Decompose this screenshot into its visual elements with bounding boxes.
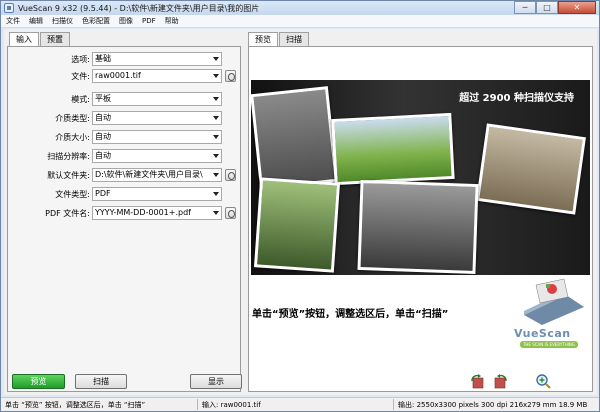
- preview-panel[interactable]: 超过 2900 种扫描仪支持 单击“预览”按钮，调整选区后，单击“扫描” Vue…: [248, 46, 593, 392]
- chevron-down-icon: [213, 154, 219, 158]
- mode-row: 模式: 平板: [8, 92, 240, 108]
- chevron-down-icon: [213, 211, 219, 215]
- default-folder-select[interactable]: D:\软件\新建文件夹\用户目录\: [92, 168, 222, 182]
- file-type-label: 文件类型:: [55, 190, 90, 199]
- pdf-filename-value: YYYY-MM-DD-0001+.pdf: [95, 208, 191, 217]
- default-folder-value: D:\软件\新建文件夹\用户目录\: [95, 170, 203, 179]
- media-type-select[interactable]: 自动: [92, 111, 222, 125]
- status-input: 输入: raw0001.tif: [202, 401, 261, 409]
- mode-label: 模式:: [71, 95, 90, 104]
- menu-file[interactable]: 文件: [6, 16, 20, 26]
- mode-select[interactable]: 平板: [92, 92, 222, 106]
- scanner-logo-icon: [524, 278, 584, 325]
- kids-bw-photo: [357, 179, 479, 275]
- media-type-label: 介质类型:: [55, 114, 90, 123]
- menu-pdf[interactable]: PDF: [142, 17, 156, 25]
- rotate-left-icon[interactable]: [469, 373, 486, 390]
- media-size-value: 自动: [95, 132, 111, 141]
- menu-color-profile[interactable]: 色彩配置: [82, 16, 110, 26]
- file-type-value: PDF: [95, 189, 111, 198]
- chevron-down-icon: [213, 135, 219, 139]
- tab-scan[interactable]: 扫描: [279, 32, 309, 46]
- chevron-down-icon: [213, 116, 219, 120]
- status-divider: [393, 399, 394, 410]
- menu-bar: 文件 编辑 扫描仪 色彩配置 图像 PDF 帮助: [1, 15, 599, 28]
- file-select[interactable]: raw0001.tif: [92, 69, 222, 83]
- options-label: 选项:: [71, 55, 90, 64]
- scan-resolution-label: 扫描分辨率:: [47, 152, 90, 161]
- scan-resolution-value: 自动: [95, 151, 111, 160]
- pdf-filename-label: PDF 文件名:: [45, 209, 90, 218]
- default-folder-row: 默认文件夹: D:\软件\新建文件夹\用户目录\: [8, 168, 240, 184]
- scan-resolution-select[interactable]: 自动: [92, 149, 222, 163]
- media-type-value: 自动: [95, 113, 111, 122]
- logo-text: VueScan: [514, 327, 571, 340]
- chevron-down-icon: [213, 97, 219, 101]
- view-tabs: 预览 扫描: [248, 32, 310, 47]
- settings-panel: 选项: 基础 文件: raw0001.tif 模式: 平板 介质类型: 自动 介…: [7, 46, 241, 392]
- children-photo: [331, 112, 455, 186]
- tab-preset[interactable]: 预置: [40, 32, 70, 46]
- file-type-select[interactable]: PDF: [92, 187, 222, 201]
- status-output: 输出: 2550x3300 pixels 300 dpi 216x279 mm …: [398, 401, 588, 409]
- dog-photo: [253, 177, 341, 273]
- default-folder-label: 默认文件夹:: [47, 171, 90, 180]
- chevron-down-icon: [213, 173, 219, 177]
- file-row: 文件: raw0001.tif: [8, 69, 240, 85]
- media-type-row: 介质类型: 自动: [8, 111, 240, 127]
- file-value: raw0001.tif: [95, 71, 141, 80]
- chevron-down-icon: [213, 57, 219, 61]
- show-button[interactable]: 显示: [190, 374, 242, 389]
- file-type-row: 文件类型: PDF: [8, 187, 240, 203]
- settings-tabs: 输入 预置: [9, 32, 71, 47]
- mode-value: 平板: [95, 94, 111, 103]
- chevron-down-icon: [213, 192, 219, 196]
- menu-image[interactable]: 图像: [119, 16, 133, 26]
- banner-headline: 超过 2900 种扫描仪支持: [459, 93, 574, 104]
- vintage-photo: [251, 86, 338, 190]
- preview-button[interactable]: 预览: [12, 374, 65, 389]
- zoom-in-icon[interactable]: [535, 373, 552, 390]
- menu-edit[interactable]: 编辑: [29, 16, 43, 26]
- pdf-filename-select[interactable]: YYYY-MM-DD-0001+.pdf: [92, 206, 222, 220]
- menu-help[interactable]: 帮助: [165, 16, 179, 26]
- title-bar[interactable]: VueScan 9 x32 (9.5.44) - D:\软件\新建文件夹\用户目…: [1, 1, 599, 15]
- window-title: VueScan 9 x32 (9.5.44) - D:\软件\新建文件夹\用户目…: [18, 4, 260, 13]
- rotate-right-icon[interactable]: [492, 373, 509, 390]
- status-hint: 单击 “预览” 按钮，调整选区后，单击 “扫描”: [5, 401, 146, 409]
- pdf-filename-row: PDF 文件名: YYYY-MM-DD-0001+.pdf: [8, 206, 240, 222]
- tab-input[interactable]: 输入: [9, 32, 39, 47]
- scan-resolution-row: 扫描分辨率: 自动: [8, 149, 240, 165]
- file-label: 文件:: [71, 72, 90, 81]
- window-controls: ─ □ ✕: [514, 1, 596, 14]
- logo-tagline: THE SCAN IS EVERYTHING: [520, 341, 578, 348]
- media-size-select[interactable]: 自动: [92, 130, 222, 144]
- client-area: 输入 预置 选项: 基础 文件: raw0001.tif 模式: 平板 介质类型…: [4, 29, 597, 395]
- options-row: 选项: 基础: [8, 52, 240, 68]
- close-button[interactable]: ✕: [558, 1, 596, 14]
- maximize-button[interactable]: □: [536, 1, 558, 14]
- app-window: VueScan 9 x32 (9.5.44) - D:\软件\新建文件夹\用户目…: [0, 0, 600, 412]
- vuescan-app-icon: [4, 3, 14, 13]
- status-bar: 单击 “预览” 按钮，调整选区后，单击 “扫描” 输入: raw0001.tif…: [1, 397, 599, 411]
- status-divider: [197, 399, 198, 410]
- minimize-button[interactable]: ─: [514, 1, 536, 14]
- file-browse-button[interactable]: [225, 70, 236, 82]
- chevron-down-icon: [213, 74, 219, 78]
- eiffel-photo: [476, 123, 586, 215]
- scan-button[interactable]: 扫描: [75, 374, 127, 389]
- options-select[interactable]: 基础: [92, 52, 222, 66]
- folder-browse-button[interactable]: [225, 169, 236, 181]
- media-size-row: 介质大小: 自动: [8, 130, 240, 146]
- menu-scanner[interactable]: 扫描仪: [52, 16, 73, 26]
- vuescan-logo: VueScan THE SCAN IS EVERYTHING: [506, 275, 592, 348]
- preview-instruction: 单击“预览”按钮，调整选区后，单击“扫描”: [252, 309, 449, 320]
- options-value: 基础: [95, 54, 111, 63]
- promo-banner: 超过 2900 种扫描仪支持: [251, 80, 590, 275]
- pdf-filename-button[interactable]: [225, 207, 236, 219]
- media-size-label: 介质大小:: [55, 133, 90, 142]
- tab-preview[interactable]: 预览: [248, 32, 278, 47]
